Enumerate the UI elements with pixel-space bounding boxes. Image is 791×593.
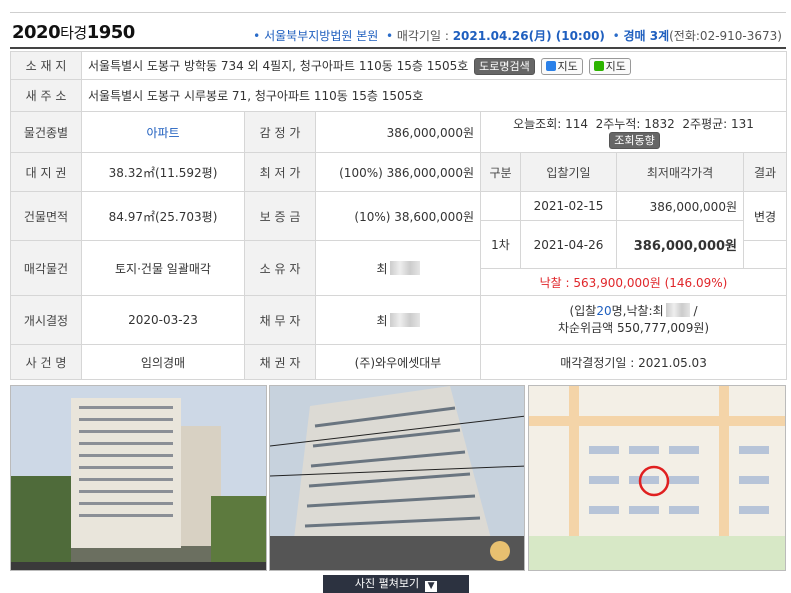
- item-label: 매각물건: [10, 240, 82, 296]
- deposit-label: 보 증 금: [244, 191, 316, 241]
- photo-building-2[interactable]: [269, 385, 525, 571]
- bid-row-round: [480, 191, 521, 221]
- new-addr-value: 서울특별시 도봉구 시루봉로 71, 청구아파트 110동 15층 1505호: [80, 79, 788, 112]
- bid-row-price: 386,000,000원: [616, 220, 744, 269]
- new-addr-label: 새 주 소: [10, 79, 82, 112]
- bids-col-result: 결과: [742, 152, 788, 192]
- creditor-value: (주)와우에셋대부: [315, 344, 481, 380]
- header-divider: [10, 47, 786, 49]
- start-value: 2020-03-23: [81, 295, 245, 345]
- land-label: 대 지 권: [10, 152, 82, 192]
- type-value: 아파트: [81, 111, 245, 153]
- appraisal-label: 감 정 가: [244, 111, 316, 153]
- bidders-info: (입찰20명,낙찰:최 / 차순위금액 550,777,009원): [479, 295, 788, 345]
- apartment-photo-1: [11, 386, 266, 570]
- bldg-label: 건물면적: [10, 191, 82, 241]
- start-label: 개시결정: [10, 295, 82, 345]
- sale-date: 2021.04.26(月) (10:00): [452, 29, 605, 43]
- photo-expand-button[interactable]: 사진 펼쳐보기 ▼: [323, 575, 469, 593]
- item-value: 토지·건물 일괄매각: [81, 240, 245, 296]
- location-cell: 서울특별시 도봉구 방학동 734 외 4필지, 청구아파트 110동 15층 …: [80, 51, 788, 80]
- map-button-daum[interactable]: 지도: [540, 57, 583, 75]
- case-label: 사 건 명: [10, 344, 82, 380]
- min-label: 최 저 가: [244, 152, 316, 192]
- case-info-table: 소 재 지 서울특별시 도봉구 방학동 734 외 4필지, 청구아파트 110…: [10, 51, 788, 380]
- chevron-down-icon: ▼: [425, 581, 438, 592]
- bids-col-date: 입찰기일: [520, 152, 617, 192]
- masked-name: [665, 303, 690, 317]
- location-value: 서울특별시 도봉구 방학동 734 외 4필지, 청구아파트 110동 15층 …: [88, 58, 469, 73]
- case-value: 임의경매: [81, 344, 245, 380]
- header-info: • 서울북부지방법원 본원 • 매각기일 : 2021.04.26(月) (10…: [253, 29, 782, 43]
- bid-row-price: 386,000,000원: [616, 191, 744, 221]
- masked-name: [389, 260, 420, 275]
- road-search-button[interactable]: 도로명검색: [474, 57, 535, 75]
- location-map[interactable]: [528, 385, 786, 571]
- court-phone: (전화:02-910-3673): [669, 29, 782, 43]
- location-label: 소 재 지: [10, 51, 82, 80]
- photo-building-1[interactable]: [10, 385, 267, 571]
- debtor-label: 채 무 자: [244, 295, 316, 345]
- daum-map-icon: [545, 60, 556, 71]
- photo-strip: [10, 385, 786, 571]
- land-value: 38.32㎡(11.592평): [81, 152, 245, 192]
- court-name[interactable]: 서울북부지방법원 본원: [264, 29, 378, 43]
- bid-row-round: 1차: [480, 220, 521, 269]
- bldg-value: 84.97㎡(25.703평): [81, 191, 245, 241]
- top-divider: [10, 12, 786, 13]
- auction-dept: 경매 3계: [623, 29, 670, 43]
- map-image: [529, 386, 785, 570]
- decision-date: 매각결정기일 : 2021.05.03: [479, 344, 788, 380]
- naver-map-icon: [593, 60, 604, 71]
- case-number: 2020타경1950: [12, 22, 135, 43]
- deposit-value: (10%) 38,600,000원: [315, 191, 481, 241]
- type-label: 물건종별: [10, 111, 82, 153]
- view-counts: 오늘조회: 114 2주누적: 1832 2주평균: 131: [513, 117, 754, 131]
- appraisal-value: 386,000,000원: [315, 111, 481, 153]
- bid-row-date: 2021-02-15: [520, 191, 617, 221]
- bids-col-price: 최저매각가격: [616, 152, 744, 192]
- owner-label: 소 유 자: [244, 240, 316, 296]
- bid-row-date: 2021-04-26: [520, 220, 617, 269]
- debtor-value: 최: [315, 295, 481, 345]
- winning-bid: 낙찰 : 563,900,000원 (146.09%): [479, 268, 788, 296]
- min-value: (100%) 386,000,000원: [315, 152, 481, 192]
- creditor-label: 채 권 자: [244, 344, 316, 380]
- bid-row-result: [742, 240, 788, 269]
- apartment-photo-2: [270, 386, 524, 570]
- bids-col-round: 구분: [480, 152, 521, 192]
- masked-name: [389, 312, 420, 327]
- map-button-naver[interactable]: 지도: [588, 57, 631, 75]
- bid-row-result: 변경: [742, 191, 788, 241]
- owner-value: 최: [315, 240, 481, 296]
- view-trend-button[interactable]: 조회동향: [609, 132, 660, 149]
- case-header: 2020타경1950 • 서울북부지방법원 본원 • 매각기일 : 2021.0…: [12, 22, 786, 44]
- view-stats: 오늘조회: 114 2주누적: 1832 2주평균: 131 조회동향: [479, 111, 788, 153]
